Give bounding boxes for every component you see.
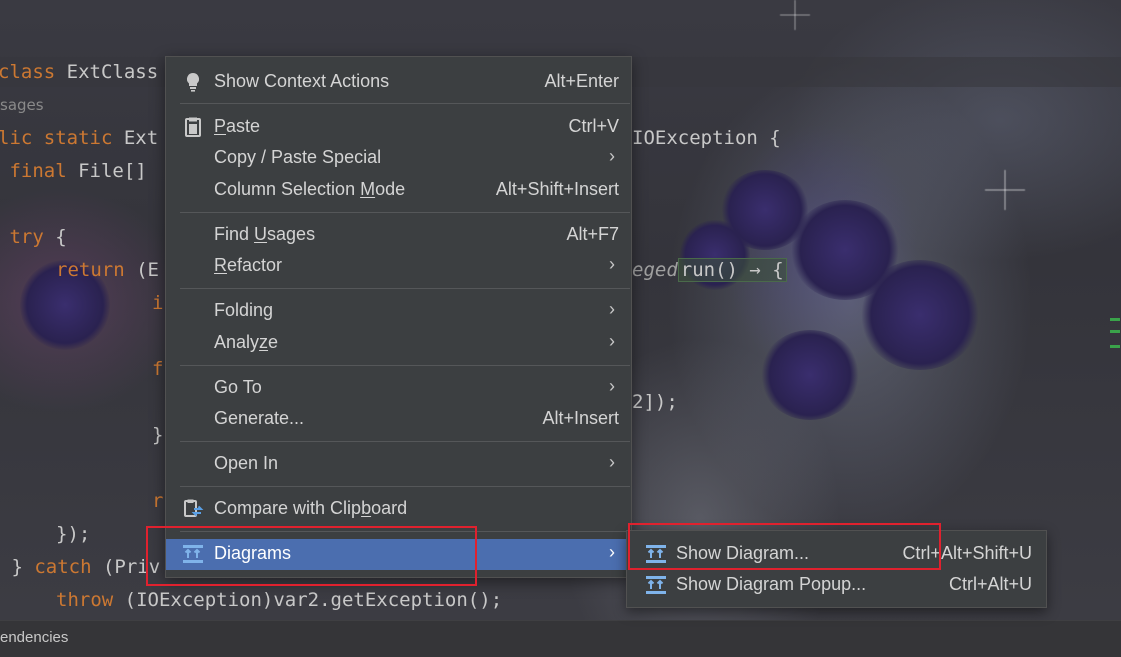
menu-item-column-selection-mode[interactable]: Column Selection Mode Alt+Shift+Insert	[166, 175, 631, 206]
menu-item-open-in[interactable]: Open In ›	[166, 449, 631, 480]
menu-separator	[180, 288, 630, 289]
lambda-hint[interactable]: run() → {	[677, 258, 787, 282]
editor-context-menu[interactable]: Show Context Actions Alt+Enter Paste Ctr…	[165, 56, 632, 578]
menu-item-label: Refactor	[214, 255, 283, 275]
code-line: f	[152, 358, 164, 380]
menu-item-folding[interactable]: Folding ›	[166, 296, 631, 327]
usages-hint[interactable]: sages	[0, 89, 44, 122]
menu-item-label: Find Usages	[214, 224, 316, 244]
menu-item-go-to[interactable]: Go To ›	[166, 373, 631, 404]
menu-item-paste[interactable]: Paste Ctrl+V	[166, 112, 631, 143]
code-line: throw (IOException)var2.getException();	[56, 589, 503, 611]
menu-item-label: Compare with Clipboard	[214, 498, 408, 518]
menu-item-compare-with-clipboard[interactable]: Compare with Clipboard	[166, 494, 631, 525]
diagram-icon	[645, 574, 667, 596]
code-line: return (E	[56, 259, 159, 281]
menu-item-copy-paste-special[interactable]: Copy / Paste Special ›	[166, 143, 631, 174]
code-fragment: IOException {	[632, 127, 781, 149]
code-line: lic static Ext	[0, 127, 159, 149]
annotation-box-show-diagram	[628, 523, 941, 570]
menu-item-generate[interactable]: Generate... Alt+Insert	[166, 404, 631, 435]
menu-item-label: Show Diagram Popup...	[676, 574, 867, 594]
chevron-right-icon: ›	[609, 331, 615, 351]
menu-item-show-context-actions[interactable]: Show Context Actions Alt+Enter	[166, 67, 631, 98]
menu-item-refactor[interactable]: Refactor ›	[166, 251, 631, 282]
code-fragment: eged run() → {	[632, 254, 787, 287]
menu-item-label: Open In	[214, 453, 279, 473]
code-fragment: 2]);	[632, 391, 678, 413]
chevron-right-icon: ›	[609, 146, 615, 166]
menu-item-label: Paste	[214, 116, 261, 136]
chevron-right-icon: ›	[609, 376, 615, 396]
chevron-right-icon: ›	[609, 254, 615, 274]
shortcut: Ctrl+Alt+U	[948, 574, 1032, 594]
code-line: r	[152, 490, 164, 512]
shortcut: Alt+F7	[566, 224, 619, 244]
chevron-right-icon: ›	[609, 299, 615, 319]
menu-separator	[180, 212, 630, 213]
menu-item-label: Copy / Paste Special	[214, 147, 382, 167]
code-line: try {	[0, 226, 67, 248]
keyword: class	[0, 61, 56, 83]
menu-item-analyze[interactable]: Analyze ›	[166, 328, 631, 359]
annotation-box-diagrams	[146, 526, 477, 586]
bottom-tool-panel[interactable]: endencies	[0, 620, 1121, 657]
compare-clipboard-icon	[182, 498, 204, 520]
menu-item-label: Folding	[214, 300, 274, 320]
menu-item-label: Column Selection Mode	[214, 179, 406, 199]
dependencies-tab[interactable]: endencies	[0, 629, 68, 646]
code-line: i	[152, 292, 164, 314]
menu-item-find-usages[interactable]: Find Usages Alt+F7	[166, 220, 631, 251]
chevron-right-icon: ›	[609, 452, 615, 472]
chevron-right-icon: ›	[609, 542, 615, 562]
class-name: ExtClass	[66, 61, 159, 83]
code-line: } catch (Priv	[0, 556, 161, 578]
clipboard-icon	[182, 116, 204, 138]
menu-item-label: Analyze	[214, 332, 279, 352]
menu-separator	[180, 441, 630, 442]
code-line: }	[152, 424, 164, 446]
code-line: final File[]	[0, 160, 147, 182]
shortcut: Alt+Shift+Insert	[495, 179, 619, 199]
menu-item-show-diagram-popup[interactable]: Show Diagram Popup... Ctrl+Alt+U	[627, 570, 1046, 601]
menu-separator	[180, 486, 630, 487]
shortcut: Alt+Insert	[542, 408, 619, 428]
menu-item-label: Show Context Actions	[214, 71, 390, 91]
code-line: class ExtClass	[0, 56, 158, 89]
shortcut: Ctrl+V	[568, 116, 619, 136]
menu-item-label: Go To	[214, 377, 262, 397]
menu-separator	[180, 103, 630, 104]
code-line: });	[56, 523, 91, 545]
menu-item-label: Generate...	[214, 408, 305, 428]
menu-separator	[180, 365, 630, 366]
shortcut: Alt+Enter	[544, 71, 619, 91]
bulb-icon	[182, 71, 204, 93]
